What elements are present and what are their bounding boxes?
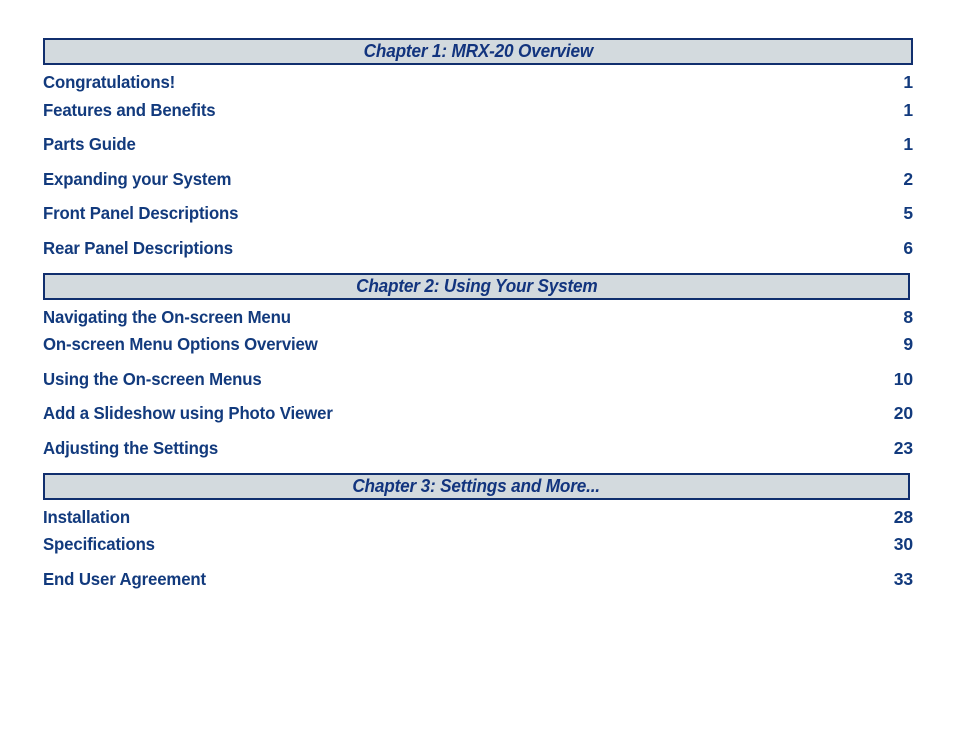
toc-entry-title: Navigating the On-screen Menu — [43, 306, 291, 327]
toc-entry-title: Specifications — [43, 534, 155, 555]
toc-entry-page-number: 28 — [893, 506, 913, 527]
chapter-header-title-2: Chapter 2: Using Your System — [355, 274, 598, 296]
toc-entry-page-number: 1 — [903, 99, 913, 120]
toc-entry-page-number: 33 — [893, 568, 913, 589]
chapter-header-bar-2: Chapter 2: Using Your System — [43, 272, 910, 300]
toc-entry-title: Add a Slideshow using Photo Viewer — [43, 403, 333, 424]
toc-entry[interactable]: Navigating the On-screen Menu 8 — [43, 300, 913, 335]
toc-entry[interactable]: Congratulations! 1 — [43, 65, 913, 100]
toc-list: Chapter 1: MRX-20 Overview Congratulatio… — [43, 38, 913, 603]
toc-entry-page-number: 2 — [903, 168, 913, 189]
toc-entry-page-number: 1 — [903, 134, 913, 155]
toc-entry-page-number: 10 — [893, 368, 913, 389]
toc-entry-page-number: 1 — [903, 72, 913, 92]
toc-entry-page-number: 9 — [903, 334, 913, 355]
toc-entry[interactable]: Rear Panel Descriptions 6 — [43, 238, 913, 273]
chapter-header-title-1: Chapter 1: MRX-20 Overview — [363, 40, 593, 62]
toc-entry[interactable]: Installation 28 — [43, 500, 913, 535]
toc-entry-page-number: 20 — [893, 403, 913, 424]
table-of-contents-page: Chapter 1: MRX-20 Overview Congratulatio… — [0, 0, 954, 738]
toc-entry[interactable]: On-screen Menu Options Overview 9 — [43, 334, 913, 369]
toc-entry-title: Parts Guide — [43, 134, 136, 155]
toc-entry-page-number: 5 — [903, 203, 913, 224]
toc-entry-title: Installation — [43, 506, 130, 527]
chapter-group-3: Chapter 3: Settings and More... Installa… — [43, 472, 913, 604]
toc-entry[interactable]: Using the On-screen Menus 10 — [43, 369, 913, 404]
toc-entry-page-number: 6 — [903, 237, 913, 258]
toc-entry[interactable]: Parts Guide 1 — [43, 134, 913, 169]
toc-entry[interactable]: Specifications 30 — [43, 534, 913, 569]
toc-entry-title: Using the On-screen Menus — [43, 368, 262, 389]
toc-entry[interactable]: Front Panel Descriptions 5 — [43, 203, 913, 238]
toc-entry[interactable]: Features and Benefits 1 — [43, 100, 913, 135]
toc-entry-title: Congratulations! — [43, 72, 176, 92]
toc-entry[interactable]: Adjusting the Settings 23 — [43, 438, 913, 473]
chapter-header-title-3: Chapter 3: Settings and More... — [352, 474, 601, 496]
toc-entry-title: On-screen Menu Options Overview — [43, 334, 318, 355]
toc-entry-title: End User Agreement — [43, 568, 206, 589]
toc-entry[interactable]: Expanding your System 2 — [43, 169, 913, 204]
chapter-group-1: Chapter 1: MRX-20 Overview Congratulatio… — [43, 38, 913, 273]
chapter-header-bar-3: Chapter 3: Settings and More... — [43, 472, 910, 500]
toc-entry-title: Features and Benefits — [43, 99, 216, 120]
toc-entry-title: Rear Panel Descriptions — [43, 237, 233, 258]
toc-entry[interactable]: Add a Slideshow using Photo Viewer 20 — [43, 403, 913, 438]
toc-entry-title: Expanding your System — [43, 168, 232, 189]
toc-entry[interactable]: End User Agreement 33 — [43, 569, 913, 604]
toc-entry-title: Front Panel Descriptions — [43, 203, 239, 224]
chapter-group-2: Chapter 2: Using Your System Navigating … — [43, 272, 913, 473]
toc-entry-page-number: 8 — [903, 306, 913, 327]
toc-entry-page-number: 30 — [893, 534, 913, 555]
toc-entry-page-number: 23 — [893, 437, 913, 458]
toc-entry-title: Adjusting the Settings — [43, 437, 219, 458]
chapter-header-bar-1: Chapter 1: MRX-20 Overview — [43, 38, 913, 65]
